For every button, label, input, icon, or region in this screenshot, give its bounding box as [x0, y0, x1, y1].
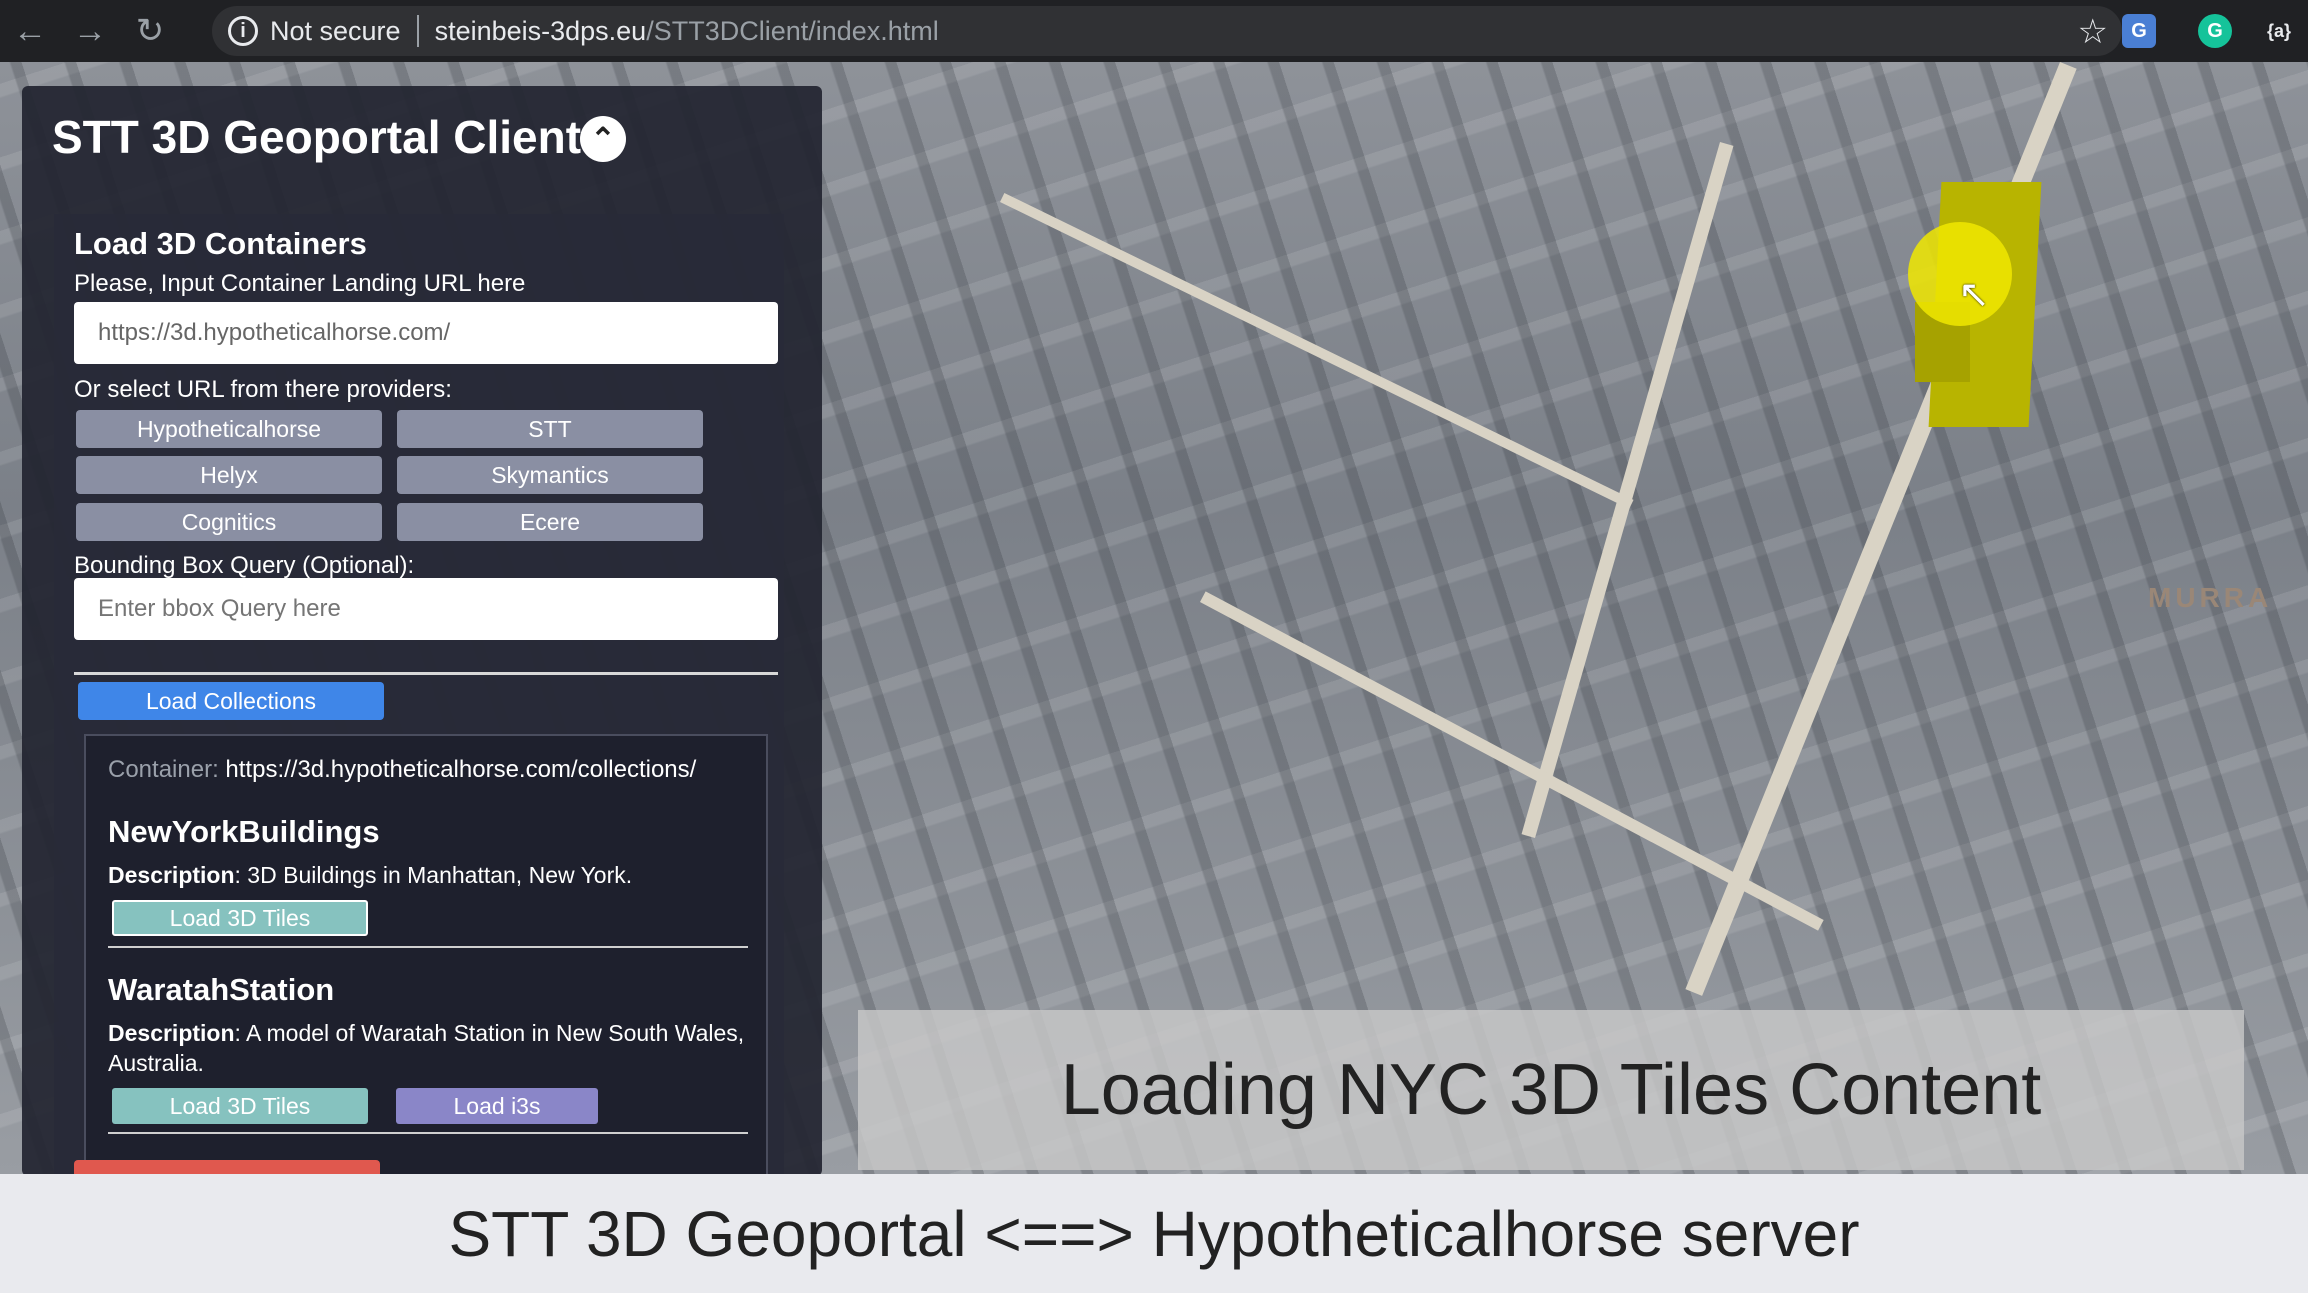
- grammarly-extension-icon[interactable]: G: [2198, 14, 2232, 48]
- star-icon[interactable]: ☆: [2078, 12, 2108, 52]
- container-url: https://3d.hypotheticalhorse.com/collect…: [225, 756, 697, 783]
- info-icon[interactable]: i: [228, 16, 258, 46]
- chevron-up-icon[interactable]: ⌃: [580, 116, 626, 162]
- street: [1200, 591, 1824, 931]
- providers-label: Or select URL from there providers:: [74, 376, 452, 403]
- address-separator: [416, 15, 419, 47]
- video-subtitle-text: STT 3D Geoportal <==> Hypotheticalhorse …: [448, 1197, 1860, 1270]
- geoportal-panel: STT 3D Geoportal Client ⌃ Load 3D Contai…: [22, 86, 822, 1176]
- provider-button-stt[interactable]: STT: [397, 410, 703, 448]
- collection-divider: [108, 946, 748, 948]
- collection-name: WaratahStation: [108, 972, 335, 1007]
- video-subtitle-bar: STT 3D Geoportal <==> Hypotheticalhorse …: [0, 1174, 2308, 1293]
- bbox-label: Bounding Box Query (Optional):: [74, 552, 415, 579]
- load-3d-tiles-button[interactable]: Load 3D Tiles: [112, 1088, 368, 1124]
- url-label: Please, Input Container Landing URL here: [74, 270, 526, 297]
- loading-caption-text: Loading NYC 3D Tiles Content: [1060, 1050, 2042, 1130]
- browser-toolbar: ← → ↻ i Not secure steinbeis-3dps.eu/STT…: [0, 0, 2308, 62]
- loading-overlay-caption: Loading NYC 3D Tiles Content: [858, 1010, 2244, 1170]
- url-path: /STT3DClient/index.html: [646, 15, 939, 46]
- map-label-murray: MURRA: [2148, 582, 2273, 613]
- description-key: Description: [108, 862, 235, 888]
- section-title: Load 3D Containers: [74, 226, 367, 261]
- load-containers-card: Load 3D Containers Please, Input Contain…: [54, 214, 784, 1176]
- reload-icon[interactable]: ↻: [120, 0, 180, 62]
- provider-button-ecere[interactable]: Ecere: [397, 503, 703, 541]
- section-divider: [74, 672, 778, 675]
- provider-button-skymantics[interactable]: Skymantics: [397, 456, 703, 494]
- description-text: : 3D Buildings in Manhattan, New York.: [234, 862, 633, 888]
- security-label: Not secure: [270, 15, 401, 46]
- container-key: Container:: [108, 756, 219, 783]
- translate-extension-icon[interactable]: G: [2122, 14, 2156, 48]
- collections-list: Container: https://3d.hypotheticalhorse.…: [84, 734, 768, 1176]
- collection-description: Description: 3D Buildings in Manhattan, …: [108, 860, 748, 890]
- description-key: Description: [108, 1020, 235, 1046]
- collection-description: Description: A model of Waratah Station …: [108, 1018, 748, 1078]
- load-i3s-button[interactable]: Load i3s: [396, 1088, 598, 1124]
- provider-button-hypotheticalhorse[interactable]: Hypotheticalhorse: [76, 410, 382, 448]
- address-bar[interactable]: i Not secure steinbeis-3dps.eu/STT3DClie…: [212, 6, 2122, 56]
- bbox-query-input[interactable]: [74, 578, 778, 640]
- back-icon[interactable]: ←: [0, 0, 60, 62]
- panel-title: STT 3D Geoportal Client: [52, 111, 582, 163]
- collection-divider: [108, 1132, 748, 1134]
- collection-name: NewYorkBuildings: [108, 814, 380, 849]
- street: [1521, 142, 1734, 838]
- container-line: Container: https://3d.hypotheticalhorse.…: [108, 756, 696, 784]
- url-host: steinbeis-3dps.eu: [434, 15, 647, 46]
- container-url-input[interactable]: [74, 302, 778, 364]
- load-3d-tiles-button[interactable]: Load 3D Tiles: [112, 900, 368, 936]
- street: [1000, 193, 1634, 509]
- provider-button-helyx[interactable]: Helyx: [76, 456, 382, 494]
- load-collections-button[interactable]: Load Collections: [78, 682, 384, 720]
- json-extension-icon[interactable]: {a}: [2262, 14, 2296, 48]
- forward-icon[interactable]: →: [60, 0, 120, 62]
- provider-button-cognitics[interactable]: Cognitics: [76, 503, 382, 541]
- cursor-icon: ↖: [1958, 274, 1990, 316]
